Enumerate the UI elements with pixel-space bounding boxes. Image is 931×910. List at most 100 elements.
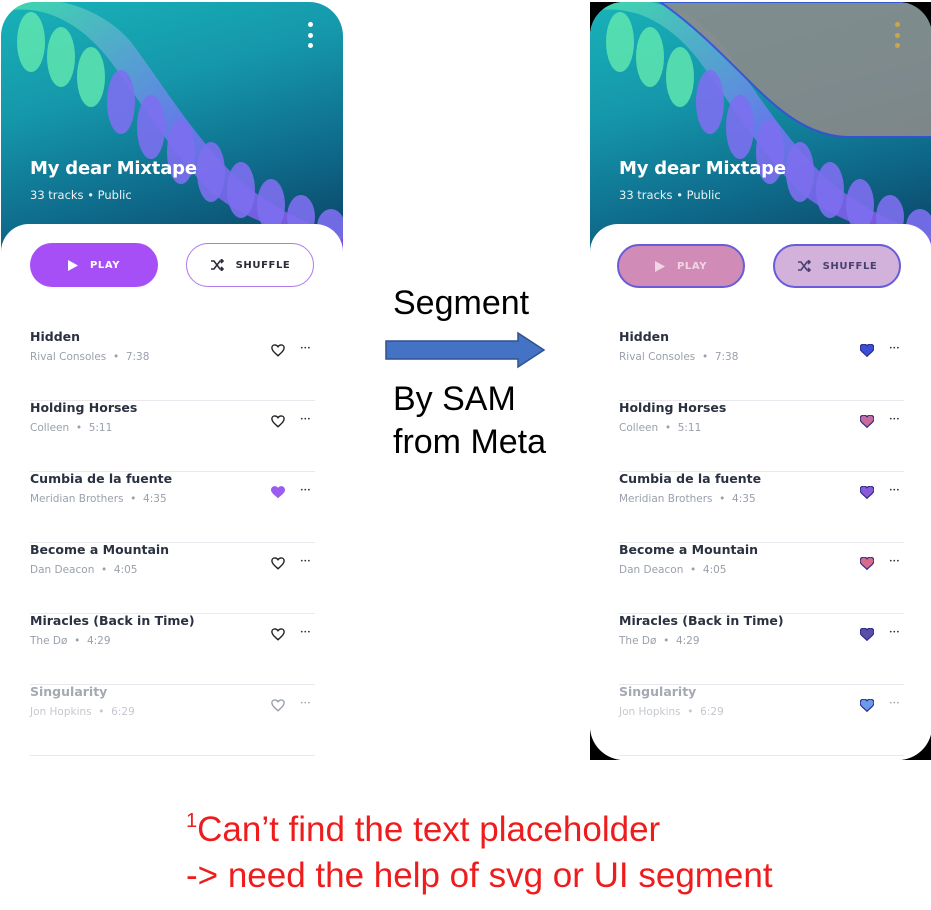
track-meta: Rival Consoles • 7:38 [30, 351, 149, 363]
track-row[interactable]: Hidden Rival Consoles • 7:38 ••• [619, 329, 904, 401]
shuffle-button[interactable]: SHUFFLE [186, 243, 314, 287]
track-duration: 6:29 [700, 706, 724, 718]
heart-icon[interactable] [859, 342, 875, 358]
track-row[interactable]: Miracles (Back in Time) The Dø • 4:29 ••• [619, 613, 904, 685]
track-duration: 5:11 [88, 422, 113, 434]
track-artist: Rival Consoles [30, 351, 107, 363]
track-meta: Dan Deacon • 4:05 [30, 564, 137, 576]
segmented-playlist-screen: My dear Mixtape 33 tracks • Public PLAY … [590, 2, 931, 760]
track-title: Holding Horses [619, 400, 727, 415]
heart-icon[interactable] [859, 484, 875, 500]
footnote-line2: -> need the help of svg or UI segment [186, 856, 773, 895]
meta-separator: • [106, 351, 126, 363]
track-row[interactable]: Become a Mountain Dan Deacon • 4:05 ••• [619, 542, 904, 614]
meta-separator: • [680, 706, 701, 718]
shuffle-button-segmented[interactable]: SHUFFLE [773, 244, 901, 288]
track-row[interactable]: Holding Horses Colleen • 5:11 ••• [619, 400, 904, 472]
heart-icon[interactable] [271, 413, 285, 428]
track-artist: Jon Hopkins [619, 706, 681, 718]
track-row[interactable]: Become a Mountain Dan Deacon • 4:05 ••• [30, 542, 315, 614]
track-artist: Dan Deacon [619, 564, 684, 576]
more-horiz-icon[interactable]: ••• [889, 345, 900, 352]
heart-icon[interactable] [271, 342, 285, 357]
track-meta: Meridian Brothers • 4:35 [30, 493, 167, 505]
more-horiz-icon[interactable]: ••• [300, 345, 311, 352]
shuffle-label: SHUFFLE [822, 260, 878, 272]
shuffle-label: SHUFFLE [235, 259, 291, 271]
play-button[interactable]: PLAY [30, 243, 158, 287]
playlist-title: My dear Mixtape [619, 158, 786, 179]
track-duration: 7:38 [714, 351, 739, 363]
track-row[interactable]: Hidden Rival Consoles • 7:38 ••• [30, 329, 315, 401]
footnote-marker: 1 [186, 810, 198, 832]
track-artist: Meridian Brothers [30, 493, 124, 505]
track-meta: Dan Deacon • 4:05 [619, 564, 726, 576]
meta-separator: • [656, 635, 676, 647]
more-vert-icon[interactable] [890, 22, 904, 48]
track-title: Miracles (Back in Time) [619, 613, 784, 628]
track-row[interactable]: Holding Horses Colleen • 5:11 ••• [30, 400, 315, 472]
meta-separator: • [123, 493, 144, 505]
heart-icon[interactable] [859, 555, 875, 571]
track-duration: 4:29 [86, 635, 111, 647]
track-meta: Rival Consoles • 7:38 [619, 351, 738, 363]
track-duration: 4:35 [143, 493, 167, 505]
more-horiz-icon[interactable]: ••• [889, 558, 900, 565]
track-meta: Meridian Brothers • 4:35 [619, 493, 756, 505]
track-artist: Meridian Brothers [619, 493, 713, 505]
track-row[interactable]: Singularity Jon Hopkins • 6:29 ••• [619, 684, 904, 756]
heart-icon[interactable] [271, 555, 285, 570]
heart-icon[interactable] [271, 697, 285, 712]
play-icon [654, 260, 665, 272]
track-artist: Jon Hopkins [30, 706, 92, 718]
playlist-cover: My dear Mixtape 33 tracks • Public [1, 2, 343, 252]
track-artist: Dan Deacon [30, 564, 95, 576]
more-horiz-icon[interactable]: ••• [300, 558, 311, 565]
track-duration: 4:05 [113, 564, 138, 576]
more-horiz-icon[interactable]: ••• [889, 416, 900, 423]
heart-icon[interactable] [859, 626, 875, 642]
play-icon [67, 259, 78, 271]
meta-separator: • [712, 493, 733, 505]
track-duration: 4:05 [702, 564, 727, 576]
heart-icon[interactable] [271, 626, 285, 641]
meta-separator: • [69, 422, 89, 434]
heart-icon[interactable] [859, 413, 875, 429]
track-artist: Colleen [619, 422, 659, 434]
more-horiz-icon[interactable]: ••• [300, 416, 311, 423]
track-title: Become a Mountain [619, 542, 759, 557]
track-meta: Jon Hopkins • 6:29 [30, 706, 135, 718]
heart-icon[interactable] [859, 697, 875, 713]
arrow-right-icon [385, 331, 546, 369]
play-button-segmented[interactable]: PLAY [617, 244, 745, 288]
more-horiz-icon[interactable]: ••• [889, 629, 900, 636]
track-artist: Rival Consoles [619, 351, 696, 363]
track-row[interactable]: Cumbia de la fuente Meridian Brothers • 4… [30, 471, 315, 543]
track-duration: 7:38 [125, 351, 150, 363]
tool-label-line2: from Meta [393, 423, 547, 461]
track-row[interactable]: Miracles (Back in Time) The Dø • 4:29 ••• [30, 613, 315, 685]
cover-art-segmented [590, 2, 931, 252]
track-title: Hidden [619, 329, 670, 344]
more-vert-icon[interactable] [303, 22, 317, 48]
playlist-subtitle: 33 tracks • Public [30, 188, 132, 202]
track-meta: Colleen • 5:11 [30, 422, 112, 434]
track-title: Hidden [30, 329, 81, 344]
track-title: Cumbia de la fuente [619, 471, 762, 486]
more-horiz-icon[interactable]: ••• [889, 487, 900, 494]
meta-separator: • [683, 564, 703, 576]
more-horiz-icon[interactable]: ••• [300, 629, 311, 636]
more-horiz-icon[interactable]: ••• [889, 700, 900, 707]
meta-separator: • [695, 351, 715, 363]
playlist-cover-segmented: My dear Mixtape 33 tracks • Public [590, 2, 931, 252]
track-row[interactable]: Singularity Jon Hopkins • 6:29 ••• [30, 684, 315, 756]
heart-icon[interactable] [271, 484, 285, 499]
track-duration: 4:35 [732, 493, 756, 505]
meta-separator: • [658, 422, 678, 434]
more-horiz-icon[interactable]: ••• [300, 487, 311, 494]
track-row[interactable]: Cumbia de la fuente Meridian Brothers • 4… [619, 471, 904, 543]
play-label: PLAY [89, 259, 121, 271]
more-horiz-icon[interactable]: ••• [300, 700, 311, 707]
footnote-line1-text: Can’t find the text placeholder [197, 810, 661, 849]
track-meta: Jon Hopkins • 6:29 [619, 706, 724, 718]
